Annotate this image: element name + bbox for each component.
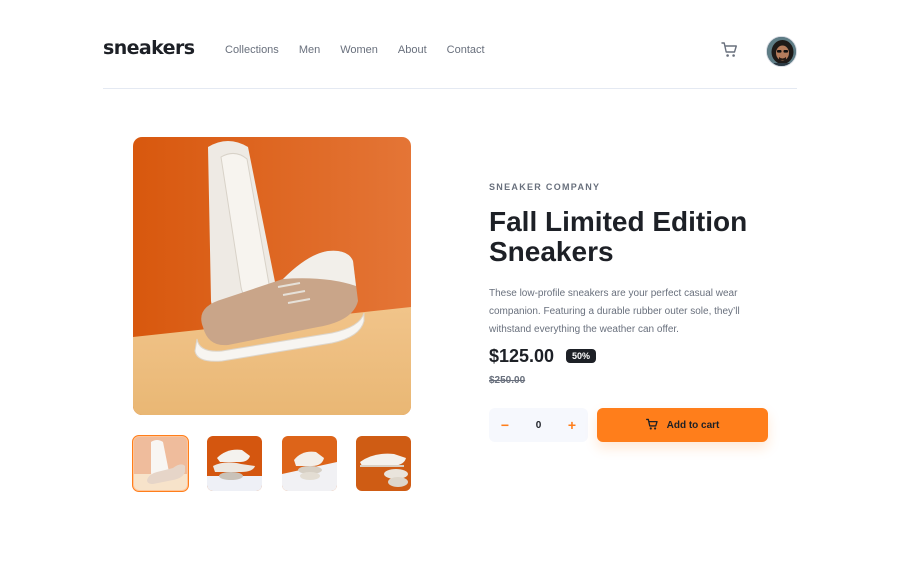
main-nav: Collections Men Women About Contact bbox=[225, 44, 505, 56]
company-label: SNEAKER COMPANY bbox=[489, 182, 601, 192]
nav-women[interactable]: Women bbox=[340, 44, 378, 56]
thumbnail-2[interactable] bbox=[207, 436, 262, 491]
cart-icon[interactable] bbox=[721, 41, 739, 59]
product-description: These low-profile sneakers are your perf… bbox=[489, 288, 740, 335]
nav-men[interactable]: Men bbox=[299, 44, 320, 56]
user-avatar[interactable] bbox=[766, 36, 797, 67]
discount-badge: 50% bbox=[566, 349, 597, 363]
nav-about[interactable]: About bbox=[398, 44, 427, 56]
site-header: sneakers Collections Men Women About Con… bbox=[103, 0, 797, 89]
thumbnail-3[interactable] bbox=[282, 436, 337, 491]
current-price: $125.00 bbox=[489, 346, 555, 366]
thumbnail-4[interactable] bbox=[356, 436, 411, 491]
nav-collections[interactable]: Collections bbox=[225, 44, 279, 56]
decrease-quantity-button[interactable]: − bbox=[489, 408, 521, 442]
product-title: Fall Limited Edition Sneakers bbox=[489, 206, 748, 267]
quantity-stepper: − 0 + bbox=[489, 408, 588, 442]
add-to-cart-button[interactable]: Add to cart bbox=[597, 408, 768, 442]
increase-quantity-button[interactable]: + bbox=[556, 408, 588, 442]
main-product-image[interactable] bbox=[133, 137, 411, 415]
thumbnail-1[interactable] bbox=[132, 435, 189, 492]
original-price: $250.00 bbox=[489, 375, 526, 386]
nav-contact[interactable]: Contact bbox=[447, 44, 485, 56]
add-to-cart-label: Add to cart bbox=[666, 419, 720, 431]
quantity-value: 0 bbox=[535, 419, 542, 431]
cart-icon bbox=[645, 416, 659, 435]
site-logo[interactable]: sneakers bbox=[103, 37, 195, 59]
